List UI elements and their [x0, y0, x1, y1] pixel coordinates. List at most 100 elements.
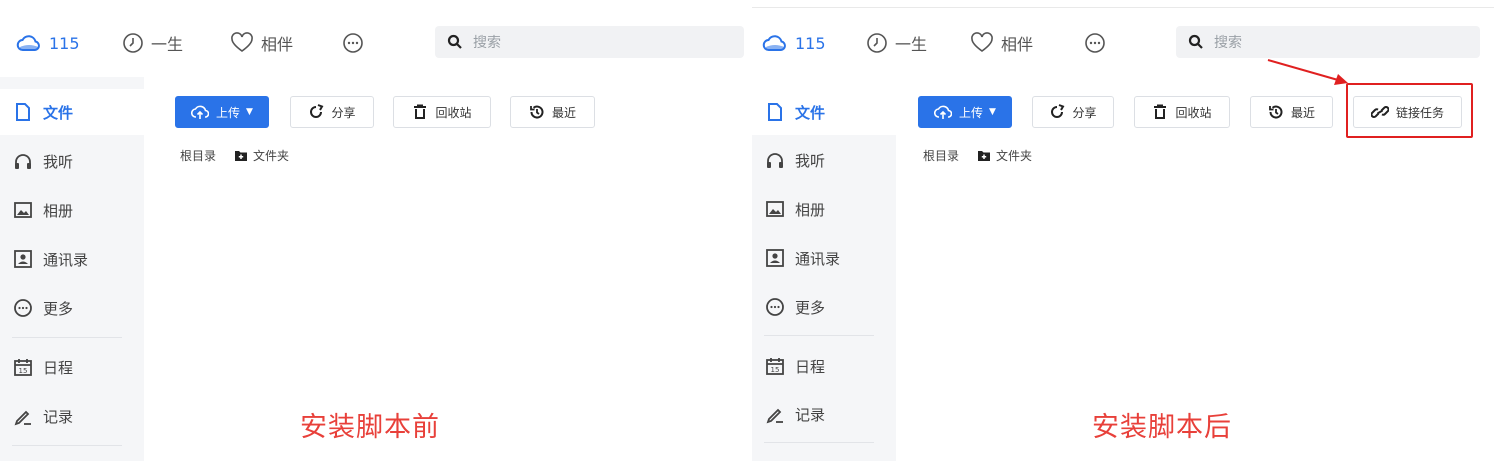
- sidebar-divider: [12, 337, 122, 338]
- share-label: 分享: [1072, 105, 1097, 120]
- history-icon: [530, 105, 544, 119]
- contact-icon: [766, 249, 784, 267]
- top-nav: 115 一生 相伴 搜索: [752, 18, 1494, 68]
- nav-cloud-label: 115: [795, 33, 826, 53]
- nav-more[interactable]: [342, 30, 364, 56]
- caption-after: 安装脚本后: [1092, 412, 1232, 443]
- breadcrumb: 根目录 文件夹: [923, 146, 1032, 164]
- heart-icon: [231, 32, 253, 52]
- recycle-bin-button[interactable]: 回收站: [1134, 96, 1230, 128]
- share-label: 分享: [331, 105, 356, 120]
- nav-partner-label: 相伴: [261, 35, 294, 54]
- cloud-upload-icon: [934, 105, 953, 119]
- share-icon: [1051, 104, 1065, 118]
- sidebar-item-more[interactable]: 更多: [752, 284, 896, 330]
- sidebar-item-files[interactable]: 文件: [0, 89, 144, 135]
- folder-add-icon: [235, 150, 248, 161]
- sidebar-divider: [12, 445, 122, 446]
- share-button[interactable]: 分享: [290, 96, 374, 128]
- sidebar-item-album[interactable]: 相册: [752, 186, 896, 232]
- sidebar-divider: [764, 442, 874, 443]
- sidebar-item-label: 更多: [795, 298, 826, 317]
- sidebar-item-label: 我听: [795, 151, 826, 170]
- folder-add-icon: [978, 150, 991, 161]
- nav-partner[interactable]: 相伴: [230, 30, 293, 56]
- upload-label: 上传: [959, 105, 984, 120]
- sidebar-item-label: 记录: [43, 407, 74, 426]
- nav-life[interactable]: 一生: [866, 30, 927, 56]
- cloud-icon: [762, 35, 786, 51]
- recent-button[interactable]: 最近: [1250, 96, 1333, 128]
- cloud-upload-icon: [191, 105, 210, 119]
- sidebar-item-listen[interactable]: 我听: [752, 137, 896, 183]
- calendar-icon: 15: [14, 359, 32, 376]
- sidebar-item-schedule[interactable]: 15 日程: [0, 344, 144, 390]
- breadcrumb-root[interactable]: 根目录: [180, 147, 216, 164]
- caption-before: 安装脚本前: [300, 412, 440, 443]
- upload-button[interactable]: 上传 ▼: [175, 96, 269, 128]
- new-folder-label: 文件夹: [253, 148, 290, 163]
- nav-cloud-115[interactable]: 115: [762, 30, 826, 56]
- svg-text:15: 15: [19, 367, 28, 375]
- sidebar-item-listen[interactable]: 我听: [0, 138, 144, 184]
- sidebar-divider: [764, 335, 874, 336]
- more-circle-icon: [343, 33, 363, 53]
- more-icon: [766, 298, 784, 316]
- nav-more[interactable]: [1084, 30, 1106, 56]
- sidebar-item-label: 相册: [43, 201, 74, 220]
- recent-label: 最近: [551, 105, 576, 120]
- recycle-bin-button[interactable]: 回收站: [393, 96, 491, 128]
- nav-life[interactable]: 一生: [122, 30, 183, 56]
- sidebar-item-notes[interactable]: 记录: [752, 391, 896, 437]
- sidebar-item-contacts[interactable]: 通讯录: [752, 235, 896, 281]
- highlight-box: [1346, 83, 1473, 138]
- upload-button[interactable]: 上传 ▼: [918, 96, 1012, 128]
- clock-icon: [867, 33, 887, 53]
- search-placeholder: 搜索: [473, 35, 501, 51]
- sidebar-item-label: 更多: [43, 299, 74, 318]
- nav-partner[interactable]: 相伴: [970, 30, 1033, 56]
- trash-icon: [414, 104, 427, 119]
- nav-cloud-label: 115: [49, 33, 80, 53]
- breadcrumb: 根目录 文件夹: [180, 146, 289, 164]
- nav-cloud-115[interactable]: 115: [16, 30, 80, 56]
- search-icon: [1188, 34, 1203, 49]
- sidebar-item-label: 我听: [43, 152, 74, 171]
- new-folder-button[interactable]: 文件夹: [977, 147, 1032, 164]
- sidebar-item-label: 文件: [43, 103, 74, 122]
- headphones-icon: [767, 153, 783, 168]
- share-button[interactable]: 分享: [1032, 96, 1114, 128]
- sidebar-item-album[interactable]: 相册: [0, 187, 144, 233]
- file-icon: [768, 103, 782, 121]
- sidebar-item-label: 日程: [795, 357, 826, 376]
- new-folder-button[interactable]: 文件夹: [234, 147, 289, 164]
- more-circle-icon: [1085, 33, 1105, 53]
- sidebar: 文件 我听 相册 通讯录 更多 15 日程 记录: [0, 77, 144, 461]
- cloud-icon: [16, 35, 40, 51]
- sidebar-item-contacts[interactable]: 通讯录: [0, 236, 144, 282]
- svg-text:15: 15: [771, 366, 780, 374]
- contact-icon: [14, 250, 32, 268]
- trash-icon: [1154, 104, 1167, 119]
- sidebar-item-label: 通讯录: [43, 250, 89, 269]
- recent-button[interactable]: 最近: [510, 96, 595, 128]
- sidebar-item-schedule[interactable]: 15 日程: [752, 343, 896, 389]
- search-input[interactable]: 搜索: [1176, 26, 1480, 58]
- caret-down-icon: ▼: [989, 107, 996, 117]
- before-panel: 115 一生 相伴 搜索 文件 我听 相册 通讯录 更多 15 日程 记录 上传…: [0, 0, 744, 461]
- breadcrumb-root[interactable]: 根目录: [923, 147, 959, 164]
- new-folder-label: 文件夹: [996, 148, 1033, 163]
- upload-label: 上传: [216, 105, 241, 120]
- more-icon: [14, 299, 32, 317]
- image-icon: [14, 202, 32, 218]
- recycle-bin-label: 回收站: [435, 105, 472, 120]
- search-input[interactable]: 搜索: [435, 26, 744, 58]
- sidebar-item-notes[interactable]: 记录: [0, 393, 144, 439]
- calendar-icon: 15: [766, 358, 784, 375]
- search-placeholder: 搜索: [1214, 35, 1242, 51]
- nav-life-label: 一生: [151, 35, 184, 54]
- search-icon: [447, 34, 462, 49]
- sidebar-item-label: 文件: [795, 103, 826, 122]
- sidebar-item-more[interactable]: 更多: [0, 285, 144, 331]
- sidebar-item-files[interactable]: 文件: [752, 89, 896, 135]
